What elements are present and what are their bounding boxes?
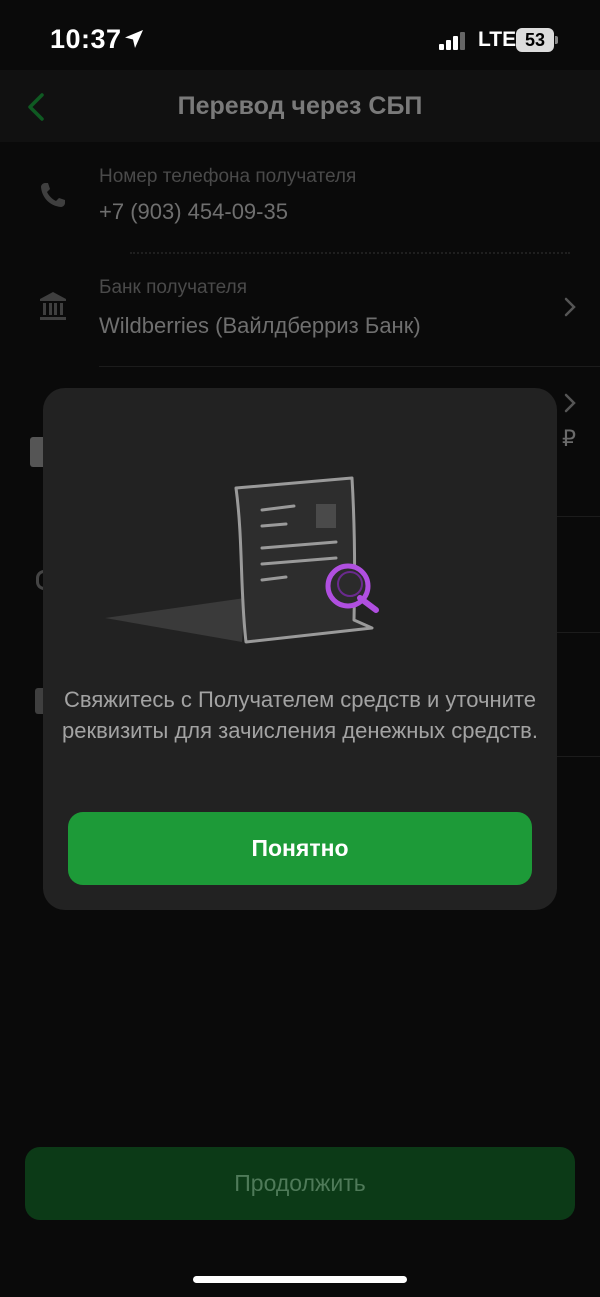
phone-divider — [130, 250, 570, 254]
ok-button[interactable]: Понятно — [68, 812, 532, 885]
bank-value[interactable]: Wildberries (Вайлдберриз Банк) — [99, 313, 421, 339]
network-type: LTE — [478, 28, 517, 51]
bank-label: Банк получателя — [99, 277, 247, 298]
document-search-illustration — [105, 476, 379, 644]
battery-level: 53 — [524, 30, 546, 50]
currency-sign: ₽ — [562, 426, 576, 451]
chevron-right-icon[interactable] — [563, 392, 577, 414]
continue-button[interactable]: Продолжить — [25, 1147, 575, 1220]
bank-icon — [40, 292, 66, 320]
phone-label: Номер телефона получателя — [99, 166, 357, 187]
phone-value[interactable]: +7 (903) 454-09-35 — [99, 199, 288, 225]
page-title: Перевод через СБП — [177, 92, 423, 120]
status-time: 10:37 — [50, 24, 122, 54]
signal-icon — [439, 32, 465, 50]
divider — [557, 516, 600, 517]
home-indicator[interactable] — [193, 1276, 407, 1283]
modal-message: Свяжитесь с Получателем средств и уточни… — [62, 687, 538, 743]
divider — [557, 756, 600, 757]
card-icon — [30, 437, 43, 467]
location-arrow-icon — [125, 30, 143, 48]
bank-divider — [99, 366, 600, 367]
bank-chevron-icon[interactable] — [563, 296, 577, 318]
divider — [557, 632, 600, 633]
phone-icon — [41, 183, 65, 207]
battery-icon: 53 — [516, 28, 560, 52]
